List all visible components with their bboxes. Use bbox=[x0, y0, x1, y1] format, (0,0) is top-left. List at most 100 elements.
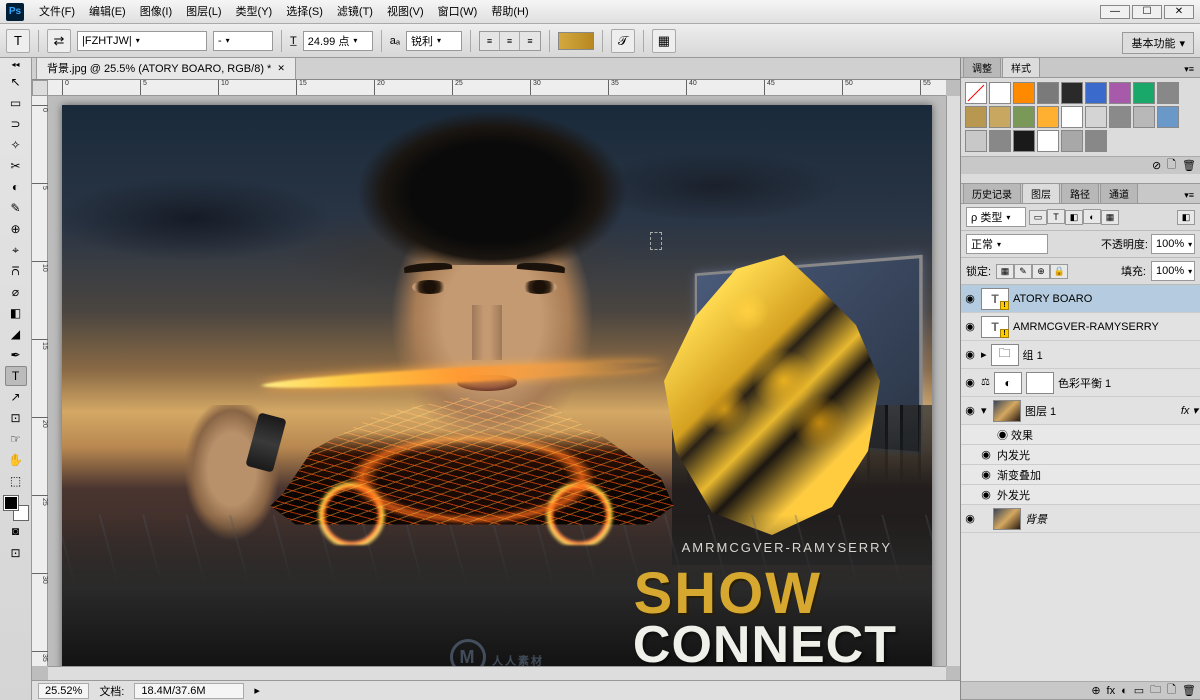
current-tool-icon[interactable]: T bbox=[6, 29, 30, 53]
menu-item[interactable]: 文件(F) bbox=[32, 6, 82, 18]
menu-item[interactable]: 帮助(H) bbox=[484, 6, 535, 18]
visibility-toggle[interactable]: ◉ bbox=[963, 292, 977, 306]
tool-button[interactable]: ⊡ bbox=[5, 408, 27, 428]
filter-icon[interactable]: ◧ bbox=[1065, 210, 1083, 225]
color-picker[interactable] bbox=[4, 496, 28, 520]
scrollbar-vertical[interactable] bbox=[946, 96, 960, 666]
align-center-button[interactable]: ≡ bbox=[500, 32, 520, 50]
menu-item[interactable]: 视图(V) bbox=[380, 6, 431, 18]
visibility-toggle[interactable]: ◉ bbox=[963, 512, 977, 526]
menu-item[interactable]: 图像(I) bbox=[133, 6, 179, 18]
style-swatch[interactable] bbox=[989, 82, 1011, 104]
style-swatch[interactable] bbox=[1061, 106, 1083, 128]
scrollbar-horizontal[interactable] bbox=[48, 666, 946, 680]
tool-button[interactable]: ☞ bbox=[5, 429, 27, 449]
tool-button[interactable]: ◧ bbox=[5, 303, 27, 323]
tab-history[interactable]: 历史记录 bbox=[963, 183, 1021, 203]
filter-icon[interactable]: ▦ bbox=[1101, 210, 1119, 225]
tool-button[interactable]: ✧ bbox=[5, 135, 27, 155]
layer-row[interactable]: ◉T!AMRMCGVER-RAMYSERRY bbox=[961, 313, 1200, 341]
close-button[interactable]: ✕ bbox=[1164, 5, 1194, 19]
tool-button[interactable]: ↗ bbox=[5, 387, 27, 407]
style-swatch[interactable] bbox=[1037, 130, 1059, 152]
font-style-select[interactable]: -▾ bbox=[213, 31, 273, 51]
blend-mode-select[interactable]: 正常▾ bbox=[966, 234, 1048, 254]
close-tab-icon[interactable]: ✕ bbox=[277, 63, 285, 74]
zoom-field[interactable]: 25.52% bbox=[38, 683, 89, 699]
panel-menu-icon[interactable]: ▾≡ bbox=[1180, 188, 1198, 203]
fx-badge[interactable]: fx ▾ bbox=[1181, 404, 1198, 417]
font-size-select[interactable]: 24.99 点▾ bbox=[303, 31, 373, 51]
fill-field[interactable]: 100%▾ bbox=[1151, 261, 1195, 281]
warp-text-button[interactable]: 𝒯 bbox=[611, 29, 635, 53]
group-arrow-icon[interactable]: ▸ bbox=[981, 348, 987, 361]
align-left-button[interactable]: ≡ bbox=[480, 32, 500, 50]
style-swatch[interactable] bbox=[989, 130, 1011, 152]
document-tab[interactable]: 背景.jpg @ 25.5% (ATORY BOARO, RGB/8) *✕ bbox=[36, 58, 296, 79]
screenmode-toggle[interactable]: ⊡ bbox=[5, 543, 27, 563]
ruler-horizontal[interactable]: 0510152025303540455055 bbox=[48, 80, 946, 96]
filter-icon[interactable]: ◐ bbox=[1083, 209, 1101, 224]
style-swatch[interactable] bbox=[1133, 82, 1155, 104]
visibility-toggle[interactable]: ◉ bbox=[979, 468, 993, 482]
text-color-swatch[interactable] bbox=[558, 32, 594, 50]
visibility-toggle[interactable]: ◉ bbox=[963, 348, 977, 362]
tab-channels[interactable]: 通道 bbox=[1100, 183, 1138, 203]
style-swatch[interactable] bbox=[1013, 130, 1035, 152]
style-swatch[interactable] bbox=[1061, 82, 1083, 104]
style-swatch[interactable] bbox=[965, 106, 987, 128]
font-family-select[interactable]: |FZHTJW|▾ bbox=[77, 31, 207, 51]
layer-effect-row[interactable]: ◉内发光 bbox=[961, 445, 1200, 465]
doc-info-field[interactable]: 18.4M/37.6M bbox=[134, 683, 244, 699]
tool-button[interactable]: ⌀ bbox=[5, 282, 27, 302]
quickmask-toggle[interactable]: ◙ bbox=[5, 521, 27, 541]
tool-button[interactable]: ✒ bbox=[5, 345, 27, 365]
layer-effect-row[interactable]: ◉ 效果 bbox=[961, 425, 1200, 445]
layer-effect-row[interactable]: ◉外发光 bbox=[961, 485, 1200, 505]
style-swatch[interactable] bbox=[1133, 106, 1155, 128]
layer-row[interactable]: ◉T!ATORY BOARO bbox=[961, 285, 1200, 313]
layer-effect-row[interactable]: ◉渐变叠加 bbox=[961, 465, 1200, 485]
menu-item[interactable]: 编辑(E) bbox=[82, 6, 133, 18]
orientation-toggle[interactable]: ⇄ bbox=[47, 29, 71, 53]
ruler-vertical[interactable]: 05101520253035 bbox=[32, 96, 48, 666]
menu-item[interactable]: 选择(S) bbox=[279, 6, 330, 18]
visibility-toggle[interactable]: ◉ bbox=[963, 320, 977, 334]
tab-paths[interactable]: 路径 bbox=[1061, 183, 1099, 203]
ruler-origin[interactable] bbox=[32, 80, 48, 96]
tool-button[interactable]: ◢ bbox=[5, 324, 27, 344]
layer-action-button[interactable]: ◐ bbox=[1121, 685, 1128, 697]
style-swatch[interactable] bbox=[1157, 82, 1179, 104]
minimize-button[interactable]: — bbox=[1100, 5, 1130, 19]
tool-button[interactable]: T bbox=[5, 366, 27, 386]
style-swatch[interactable] bbox=[1037, 82, 1059, 104]
canvas-viewport[interactable]: 0510152025303540455055 05101520253035 AM… bbox=[32, 80, 960, 680]
tool-button[interactable]: ⌖ bbox=[5, 240, 27, 260]
style-swatch[interactable] bbox=[1013, 106, 1035, 128]
menu-item[interactable]: 滤镜(T) bbox=[330, 6, 380, 18]
tool-button[interactable]: ⊃ bbox=[5, 114, 27, 134]
character-panel-button[interactable]: ▦ bbox=[652, 29, 676, 53]
style-swatch[interactable] bbox=[1109, 82, 1131, 104]
style-none[interactable] bbox=[965, 82, 987, 104]
status-arrow-icon[interactable]: ▸ bbox=[254, 684, 260, 697]
align-right-button[interactable]: ≡ bbox=[520, 32, 540, 50]
foreground-color[interactable] bbox=[4, 496, 18, 510]
lock-icon[interactable]: ▦ bbox=[996, 264, 1014, 279]
style-swatch[interactable] bbox=[1085, 130, 1107, 152]
layer-action-button[interactable]: 🗑 bbox=[1182, 684, 1196, 697]
maximize-button[interactable]: ☐ bbox=[1132, 5, 1162, 19]
swatch-delete-button[interactable]: 🗑 bbox=[1182, 159, 1196, 172]
filter-toggle[interactable]: ◧ bbox=[1177, 210, 1195, 225]
antialias-select[interactable]: 锐利▾ bbox=[406, 31, 462, 51]
menu-item[interactable]: 图层(L) bbox=[179, 6, 228, 18]
lock-icon[interactable]: ✎ bbox=[1014, 264, 1032, 279]
swatch-clear-button[interactable]: ⊘ bbox=[1152, 159, 1161, 172]
tab-layers[interactable]: 图层 bbox=[1022, 183, 1060, 203]
layer-list[interactable]: ◉T!ATORY BOARO◉T!AMRMCGVER-RAMYSERRY◉▸🗀组… bbox=[961, 285, 1200, 681]
layer-action-button[interactable]: ⊕ bbox=[1091, 684, 1100, 697]
toolbox-collapse[interactable]: ◂◂ bbox=[11, 60, 19, 69]
layer-action-button[interactable]: 🗋 bbox=[1167, 681, 1176, 700]
style-swatch[interactable] bbox=[965, 130, 987, 152]
filter-icon[interactable]: T bbox=[1047, 209, 1065, 224]
